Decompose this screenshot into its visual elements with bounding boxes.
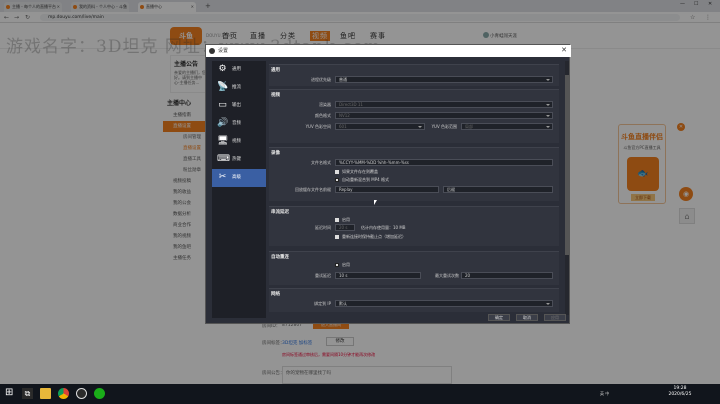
color-range-select[interactable]: 局部 <box>461 123 553 130</box>
checkbox-box <box>335 170 339 174</box>
windows-start-icon[interactable]: ⊞ <box>5 388 15 398</box>
clock[interactable]: 19:28 2020/6/25 <box>660 386 700 398</box>
cancel-button[interactable]: 取消 <box>516 314 538 321</box>
delay-duration-spinbox[interactable]: 20 s <box>335 224 355 231</box>
renderer-select[interactable]: Direct3D 11 <box>335 101 553 108</box>
wechat-icon[interactable] <box>94 388 105 399</box>
max-retries-spinbox[interactable]: 20 <box>461 272 553 279</box>
section-recording: 录像 文件名格式 %CCYY-%MM-%DD %hh-%mm-%ss 如果文件存… <box>269 147 559 201</box>
taskbar: ⊞ ⧉ 英 中 19:28 2020/6/25 <box>0 384 720 404</box>
settings-nav-audio[interactable]: 🔊 音频 <box>212 115 266 133</box>
obs-icon <box>209 48 215 54</box>
monitor-icon: 🖥 <box>217 136 229 146</box>
section-title: 视频 <box>271 93 280 98</box>
checkbox-box <box>335 218 339 222</box>
settings-nav: ⚙ 通用 📡 推流 ▭ 输出 🔊 音频 🖥 视频 ⌨ 热键 ✂ 高级 <box>212 61 266 318</box>
speaker-icon: 🔊 <box>217 118 229 128</box>
settings-nav-video[interactable]: 🖥 视频 <box>212 133 266 151</box>
scrollbar-thumb[interactable] <box>565 75 569 255</box>
bind-ip-select[interactable]: 默认 <box>335 300 553 307</box>
replay-prefix-label: 回放缓存文件名前缀 <box>295 187 331 192</box>
section-general: 通用 进程优先级 普通 <box>269 64 559 86</box>
retry-delay-label: 重试延迟 <box>315 273 331 278</box>
memory-estimate: 估计内存使用量：10 MB <box>361 225 406 230</box>
max-retries-label: 最大重试次数 <box>435 273 459 278</box>
broadcast-icon: 📡 <box>217 82 229 92</box>
filename-format-label: 文件名格式 <box>311 160 331 165</box>
color-range-label: YUV 色彩范围 <box>431 124 457 129</box>
obs-app-icon[interactable] <box>76 388 87 399</box>
settings-nav-stream[interactable]: 📡 推流 <box>212 79 266 97</box>
output-icon: ▭ <box>218 100 227 110</box>
delay-duration-label: 延迟时间 <box>315 225 331 230</box>
section-network: 网络 绑定到 IP 默认 <box>269 288 559 312</box>
section-reconnect: 自动重连 启用 重试延迟 10 s 最大重试次数 20 <box>269 251 559 285</box>
stream-delay-enable-checkbox[interactable]: 启用 <box>335 217 350 222</box>
section-title: 通用 <box>271 68 280 73</box>
apply-button[interactable]: 应用 <box>544 314 566 321</box>
replay-prefix-input[interactable]: Replay <box>335 186 439 193</box>
close-dialog-icon[interactable]: ✕ <box>561 46 567 55</box>
checkbox-box <box>335 263 339 267</box>
clock-date: 2020/6/25 <box>668 392 692 397</box>
remux-checkbox[interactable]: 自动重新混合到 MP4 格式 <box>335 177 389 182</box>
checkbox-box <box>335 235 339 239</box>
settings-dialog: 设置 ✕ ⚙ 通用 📡 推流 ▭ 输出 🔊 音频 🖥 视频 ⌨ 热键 ✂ 高级 通用 进程优先… <box>205 44 571 324</box>
process-priority-select[interactable]: 普通 <box>335 76 553 83</box>
settings-content: 通用 进程优先级 普通 视频 渲染器 Direct3D 11 颜色格式 NV12… <box>269 61 565 315</box>
process-priority-label: 进程优先级 <box>311 77 331 82</box>
section-title: 串流延迟 <box>271 210 289 215</box>
settings-nav-general[interactable]: ⚙ 通用 <box>212 61 266 79</box>
ok-button[interactable]: 确定 <box>488 314 510 321</box>
bind-ip-label: 绑定到 IP <box>314 301 331 306</box>
filename-format-input[interactable]: %CCYY-%MM-%DD %hh-%mm-%ss <box>335 159 553 166</box>
task-view-icon[interactable]: ⧉ <box>22 388 33 399</box>
settings-nav-hotkeys[interactable]: ⌨ 热键 <box>212 151 266 169</box>
renderer-label: 渲染器 <box>319 102 331 107</box>
settings-scrollbar[interactable] <box>565 61 569 315</box>
system-tray[interactable]: 英 中 <box>600 391 609 397</box>
section-title: 自动重连 <box>271 255 289 260</box>
chrome-icon[interactable] <box>58 388 69 399</box>
checkbox-box <box>335 178 339 182</box>
desktop-screen: 主播 - 每个人的直播平台 ✕ 我的资料 - 个人中心 - 斗鱼 ✕ 直播中心 ✕ +… <box>0 0 720 404</box>
settings-nav-advanced[interactable]: ✂ 高级 <box>212 169 266 187</box>
section-stream-delay: 串流延迟 启用 延迟时间 20 s 估计内存使用量：10 MB 重新连接时保持截… <box>269 206 559 246</box>
replay-suffix-input[interactable]: 后缀 <box>443 186 553 193</box>
keyboard-icon: ⌨ <box>217 154 230 164</box>
color-format-select[interactable]: NV12 <box>335 112 553 119</box>
settings-nav-output[interactable]: ▭ 输出 <box>212 97 266 115</box>
reconnect-enable-checkbox[interactable]: 启用 <box>335 262 350 267</box>
color-format-label: 颜色格式 <box>315 113 331 118</box>
section-video: 视频 渲染器 Direct3D 11 颜色格式 NV12 YUV 色彩空间 60… <box>269 89 559 143</box>
color-space-label: YUV 色彩空间 <box>305 124 331 129</box>
file-explorer-icon[interactable] <box>40 388 51 399</box>
tools-icon: ✂ <box>218 172 227 182</box>
dialog-titlebar[interactable]: 设置 ✕ <box>206 45 571 57</box>
mouse-cursor <box>374 200 377 205</box>
section-title: 网络 <box>271 292 280 297</box>
gear-icon: ⚙ <box>218 64 227 74</box>
section-title: 录像 <box>271 151 280 156</box>
overwrite-checkbox[interactable]: 如果文件存在则覆盖 <box>335 169 378 174</box>
preserve-cutoff-checkbox[interactable]: 重新连接时保持截止点（增加延迟） <box>335 234 406 239</box>
dialog-title: 设置 <box>218 48 229 54</box>
